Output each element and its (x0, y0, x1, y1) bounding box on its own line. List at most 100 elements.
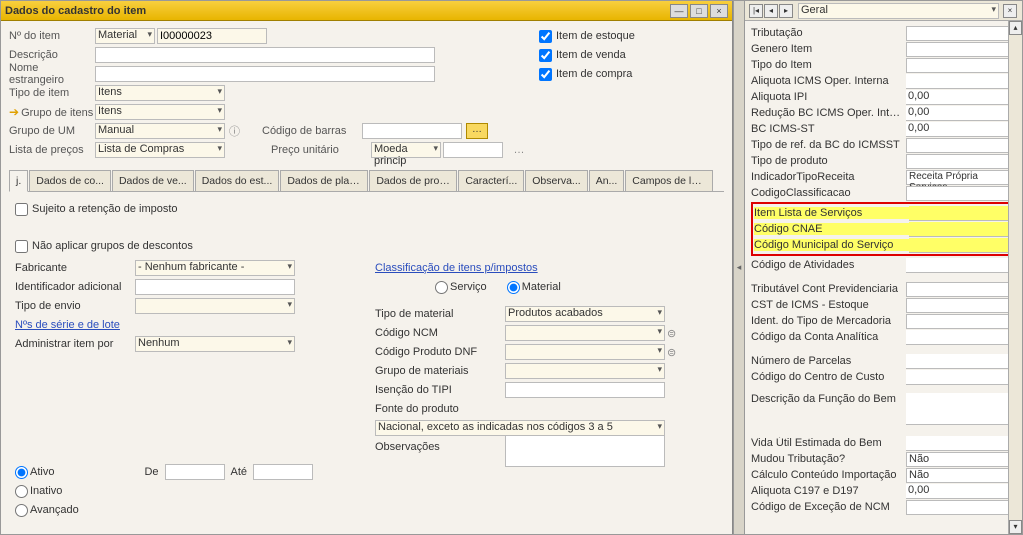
cnae-field[interactable] (909, 222, 1015, 237)
tipoitem-field[interactable] (906, 58, 1018, 73)
indrec-field[interactable]: Receita Própria Serviços (906, 170, 1018, 185)
mudou-field[interactable]: Não (906, 452, 1018, 467)
calcimp-field[interactable]: Não (906, 468, 1018, 483)
dnf-dropdown[interactable] (505, 344, 665, 360)
item-no-input[interactable] (157, 28, 267, 44)
item-category-dropdown[interactable]: Material (95, 28, 155, 44)
classification-link[interactable]: Classificação de itens p/impostos (375, 262, 538, 274)
tab-inventory[interactable]: Dados do est... (195, 170, 280, 191)
group-dropdown[interactable]: Itens (95, 104, 225, 120)
nav-first-button[interactable]: |◂ (749, 4, 763, 18)
aliqc197-label: Aliquota C197 e D197 (751, 485, 906, 497)
maximize-button[interactable]: □ (690, 4, 708, 18)
tiporef-field[interactable] (906, 138, 1018, 153)
codmuni-field[interactable] (909, 238, 1015, 253)
idmerc-field[interactable] (906, 314, 1018, 329)
codcentro-field[interactable] (906, 370, 1018, 385)
title-bar: Dados do cadastro do item — □ × (1, 1, 732, 21)
grpmat-dropdown[interactable] (505, 363, 665, 379)
ativo-radio[interactable] (15, 466, 28, 479)
nav-prev-button[interactable]: ◂ (764, 4, 778, 18)
inativo-radio[interactable] (15, 485, 28, 498)
scroll-down-button[interactable]: ▾ (1009, 520, 1022, 534)
nav-next-button[interactable]: ▸ (779, 4, 793, 18)
tipomaterial-dropdown[interactable]: Produtos acabados (505, 306, 665, 322)
genero-field[interactable] (906, 42, 1018, 57)
ativo-label: Ativo (30, 466, 54, 478)
codexc-field[interactable] (906, 500, 1018, 515)
tab-localization[interactable]: Campos de localiz... (625, 170, 713, 191)
fonte-dropdown[interactable]: Nacional, exceto as indicadas nos código… (375, 420, 665, 436)
pricelist-dropdown[interactable]: Lista de Compras (95, 142, 225, 158)
tab-properties[interactable]: Caracterí... (458, 170, 524, 191)
avancado-radio[interactable] (15, 504, 28, 517)
tributacao-label: Tributação (751, 27, 906, 39)
price-browse-button[interactable]: … (509, 144, 529, 156)
fonte-label: Fonte do produto (375, 403, 505, 415)
codclass-field[interactable] (906, 186, 1018, 201)
tab-sales[interactable]: Dados de ve... (112, 170, 194, 191)
tribcont-field[interactable] (906, 282, 1018, 297)
codconta-label: Código da Conta Analítica (751, 331, 906, 343)
panel-selector-dropdown[interactable]: Geral (798, 3, 999, 19)
series-link[interactable]: Nºs de série e de lote (15, 319, 120, 331)
desc-input[interactable] (95, 47, 435, 63)
de-input[interactable] (165, 464, 225, 480)
descfunc-field[interactable] (906, 393, 1018, 425)
barcode-input[interactable] (362, 123, 462, 139)
tipoprod-field[interactable] (906, 154, 1018, 169)
close-button[interactable]: × (710, 4, 728, 18)
umgrp-dropdown[interactable]: Manual (95, 123, 225, 139)
redbc-field[interactable]: 0,00 (906, 106, 1018, 121)
vidautil-field[interactable] (906, 436, 1018, 451)
currency-dropdown[interactable]: Moeda princip (371, 142, 441, 158)
ncm-dropdown[interactable] (505, 325, 665, 341)
aliqicms-field[interactable] (906, 74, 1018, 89)
tab-general[interactable]: j. (9, 170, 28, 192)
avancado-label: Avançado (30, 504, 79, 516)
desc-label: Descrição (9, 49, 95, 61)
ate-input[interactable] (253, 464, 313, 480)
retention-checkbox[interactable] (15, 203, 28, 216)
unitprice-label: Preço unitário (271, 144, 371, 156)
price-input[interactable] (443, 142, 503, 158)
tributacao-field[interactable] (906, 26, 1018, 41)
tab-production[interactable]: Dados de prod... (369, 170, 457, 191)
numparc-field[interactable] (906, 354, 1018, 369)
idadc-input[interactable] (135, 279, 295, 295)
admin-dropdown[interactable]: Nenhum (135, 336, 295, 352)
material-radio[interactable] (507, 281, 520, 294)
itemlista-field[interactable] (909, 206, 1015, 221)
servico-label: Serviço (450, 281, 487, 293)
envio-dropdown[interactable] (135, 298, 295, 314)
scroll-up-button[interactable]: ▴ (1009, 21, 1022, 35)
cst-field[interactable] (906, 298, 1018, 313)
bcst-field[interactable]: 0,00 (906, 122, 1018, 137)
codcentro-label: Código do Centro de Custo (751, 371, 906, 383)
right-scrollbar[interactable]: ▴ ▾ (1008, 21, 1022, 534)
tab-remarks[interactable]: Observa... (525, 170, 587, 191)
foreign-input[interactable] (95, 66, 435, 82)
codconta-field[interactable] (906, 330, 1018, 345)
servico-radio[interactable] (435, 281, 448, 294)
codativ-field[interactable] (906, 258, 1018, 273)
tab-planning[interactable]: Dados de planejam... (280, 170, 368, 191)
fabricante-dropdown[interactable]: - Nenhum fabricante - (135, 260, 295, 276)
tab-purchasing[interactable]: Dados de co... (29, 170, 111, 191)
itemlista-label: Item Lista de Serviços (754, 207, 909, 219)
stock-checkbox[interactable] (539, 30, 552, 43)
purchase-checkbox[interactable] (539, 68, 552, 81)
aliqipi-field[interactable]: 0,00 (906, 90, 1018, 105)
barcode-browse-button[interactable]: … (466, 123, 488, 139)
tipi-input[interactable] (505, 382, 665, 398)
type-dropdown[interactable]: Itens (95, 85, 225, 101)
panel-close-button[interactable]: × (1003, 4, 1017, 18)
tab-attachments[interactable]: An... (589, 170, 625, 191)
nodiscount-checkbox[interactable] (15, 240, 28, 253)
material-label: Material (522, 281, 561, 293)
minimize-button[interactable]: — (670, 4, 688, 18)
tipomaterial-label: Tipo de material (375, 308, 505, 320)
sales-checkbox[interactable] (539, 49, 552, 62)
panel-collapse-handle[interactable] (733, 1, 745, 534)
aliqc197-field[interactable]: 0,00 (906, 484, 1018, 499)
